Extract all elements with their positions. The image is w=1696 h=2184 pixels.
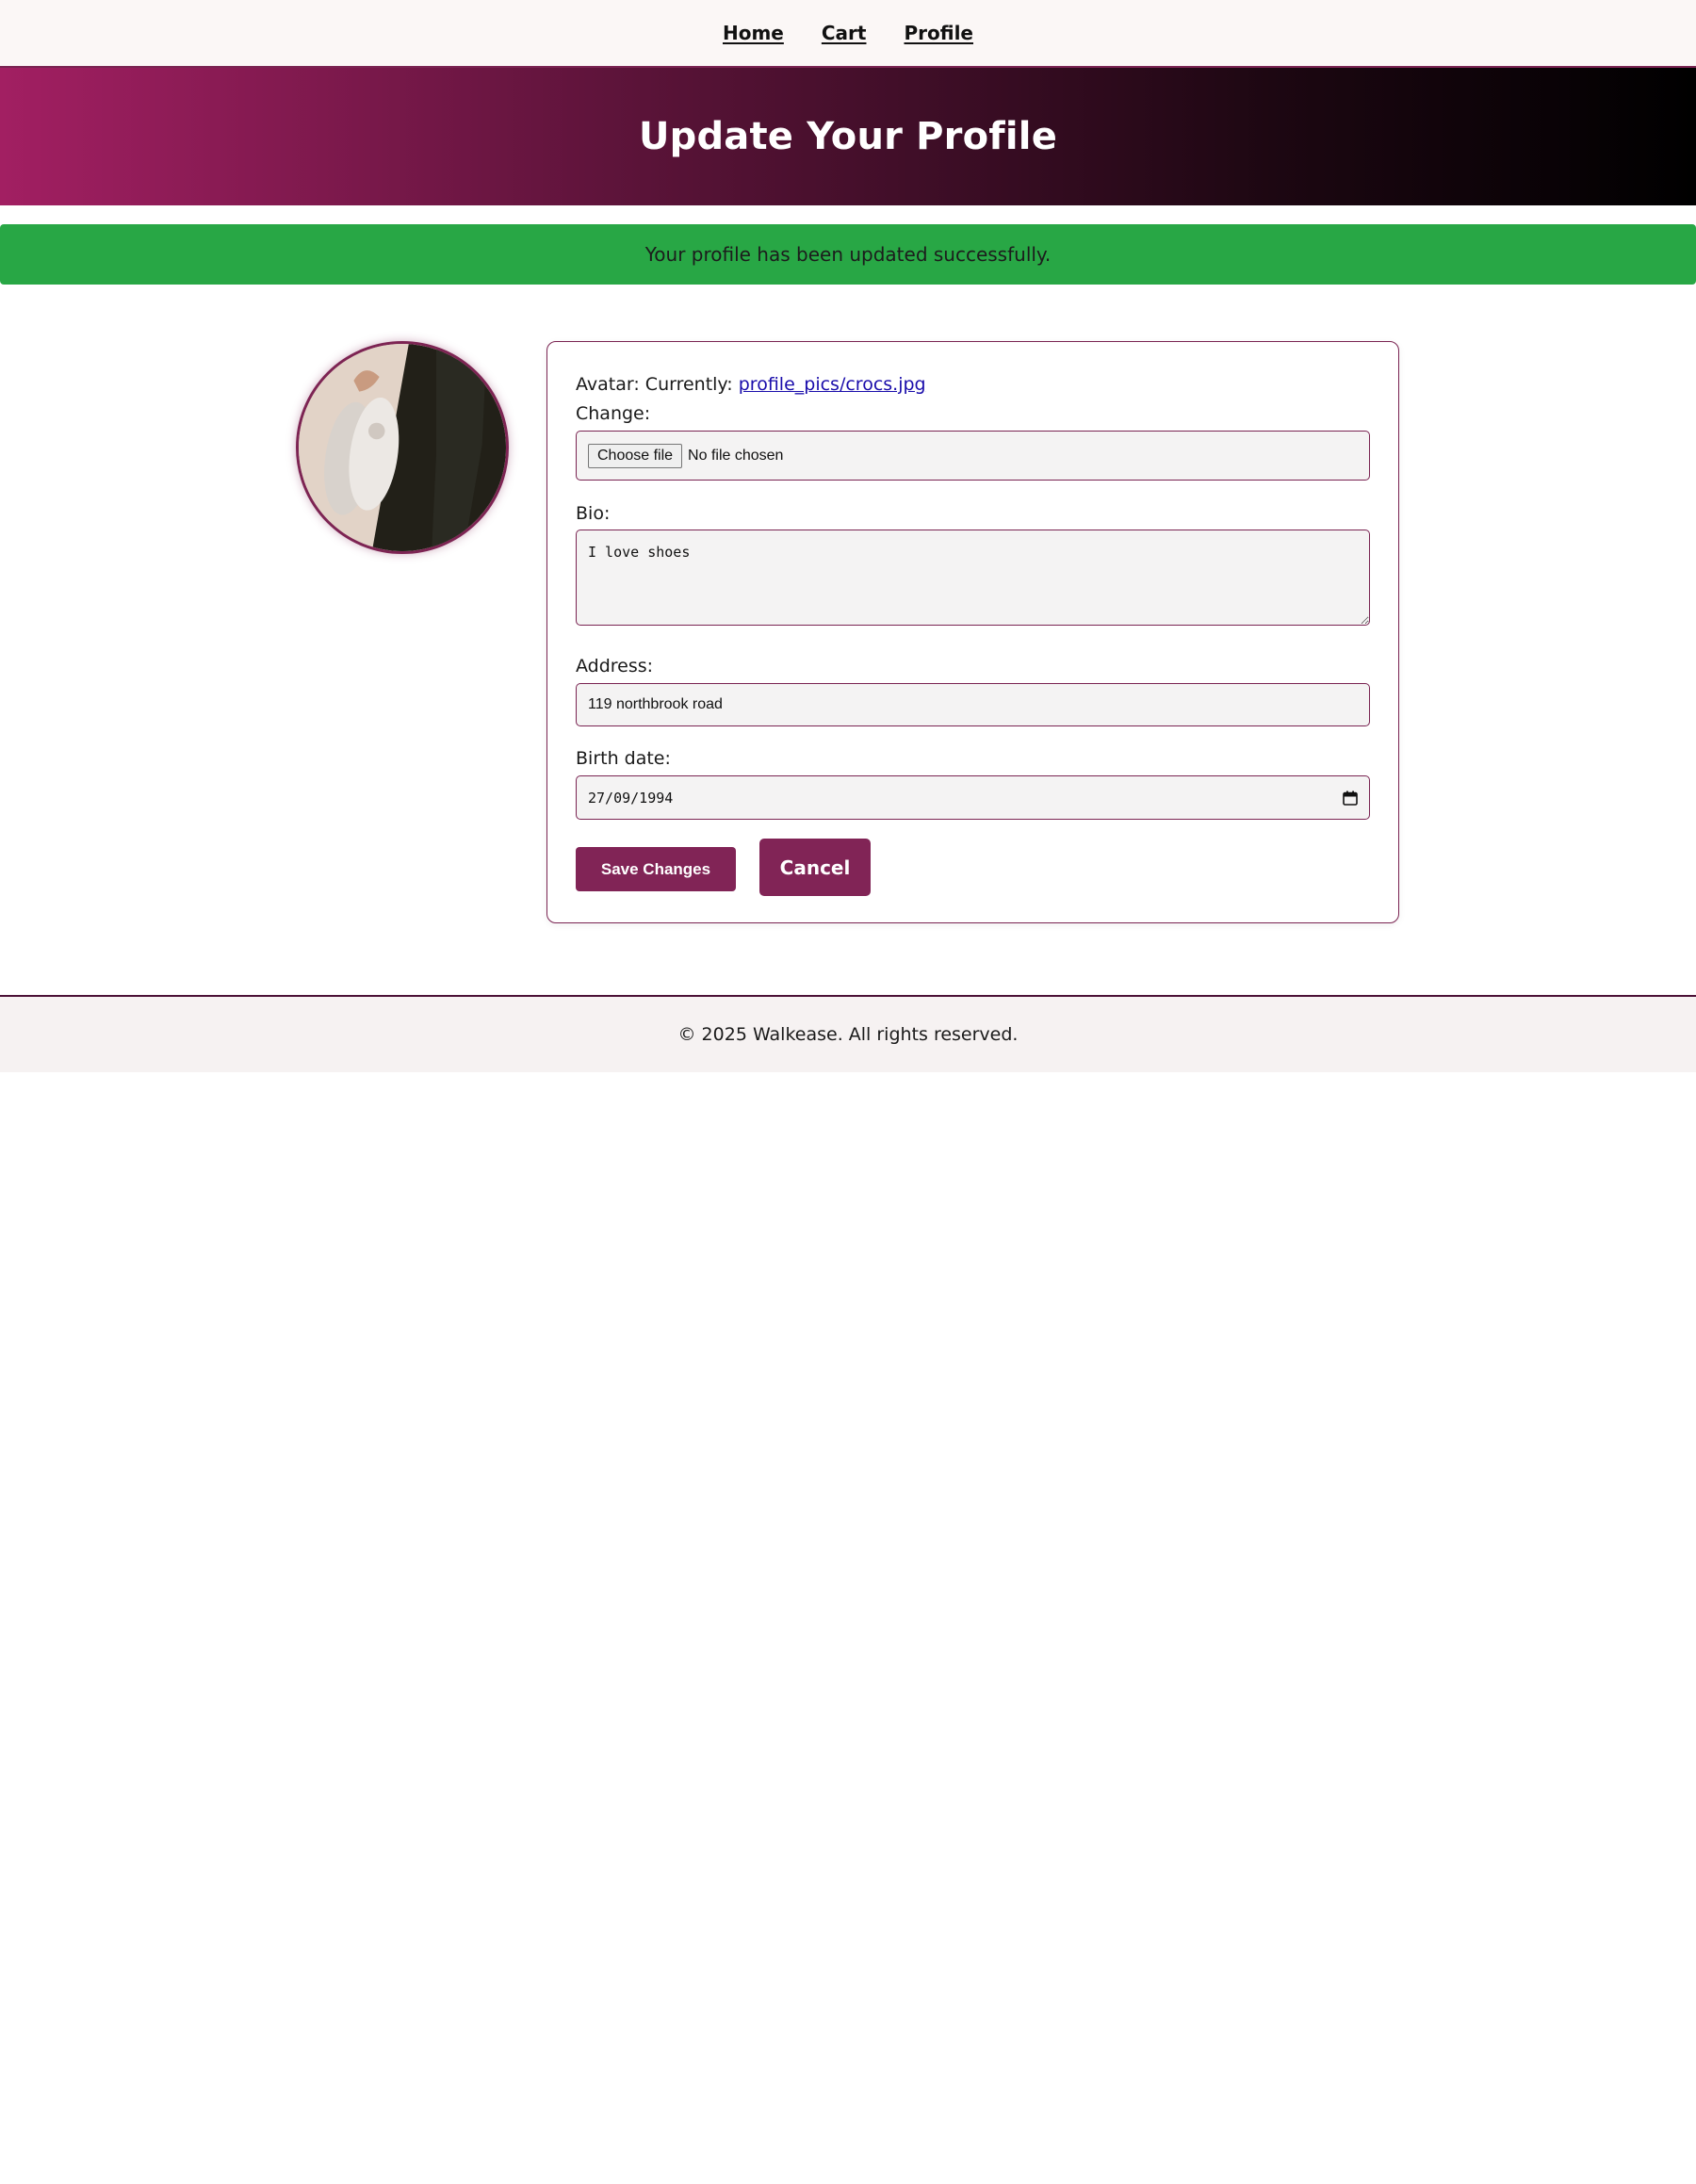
- bio-label: Bio:: [576, 503, 611, 524]
- header-banner: Update Your Profile: [0, 68, 1696, 205]
- avatar-photo-icon: [299, 344, 506, 551]
- choose-file-button[interactable]: Choose file: [588, 443, 683, 468]
- address-input[interactable]: 119 northbrook road: [576, 683, 1370, 726]
- save-changes-button[interactable]: Save Changes: [576, 847, 736, 891]
- footer-copyright: © 2025 Walkease. All rights reserved.: [677, 1024, 1019, 1045]
- avatar-label-text: Avatar:: [576, 374, 640, 395]
- page-title: Update Your Profile: [638, 115, 1058, 158]
- current-avatar-link[interactable]: profile_pics/crocs.jpg: [739, 374, 926, 395]
- nav-profile-link[interactable]: Profile: [904, 22, 973, 44]
- avatar-label: Avatar: Currently: profile_pics/crocs.jp…: [576, 374, 926, 395]
- top-nav: Home Cart Profile: [0, 0, 1696, 68]
- avatar-image: [296, 341, 509, 554]
- nav-cart-link[interactable]: Cart: [822, 22, 867, 44]
- file-status-text: No file chosen: [688, 447, 784, 464]
- address-label: Address:: [576, 656, 654, 676]
- footer: © 2025 Walkease. All rights reserved.: [0, 995, 1696, 1072]
- birth-date-value: 27/09/1994: [588, 789, 674, 807]
- nav-home-link[interactable]: Home: [723, 22, 784, 44]
- main-content: Avatar: Currently: profile_pics/crocs.jp…: [0, 285, 1696, 995]
- avatar-change-label: Change:: [576, 403, 651, 424]
- calendar-icon[interactable]: [1343, 790, 1358, 806]
- success-message: Your profile has been updated successful…: [644, 243, 1052, 266]
- bio-textarea[interactable]: I love shoes: [576, 530, 1370, 626]
- birth-date-input[interactable]: 27/09/1994: [576, 775, 1370, 820]
- birth-date-label: Birth date:: [576, 748, 671, 769]
- avatar-file-input[interactable]: Choose file No file chosen: [576, 431, 1370, 481]
- avatar-currently-text: Currently:: [644, 374, 733, 395]
- cancel-button[interactable]: Cancel: [759, 839, 871, 896]
- profile-form: Avatar: Currently: profile_pics/crocs.jp…: [546, 341, 1399, 923]
- success-alert: Your profile has been updated successful…: [0, 224, 1696, 285]
- address-value: 119 northbrook road: [588, 696, 723, 712]
